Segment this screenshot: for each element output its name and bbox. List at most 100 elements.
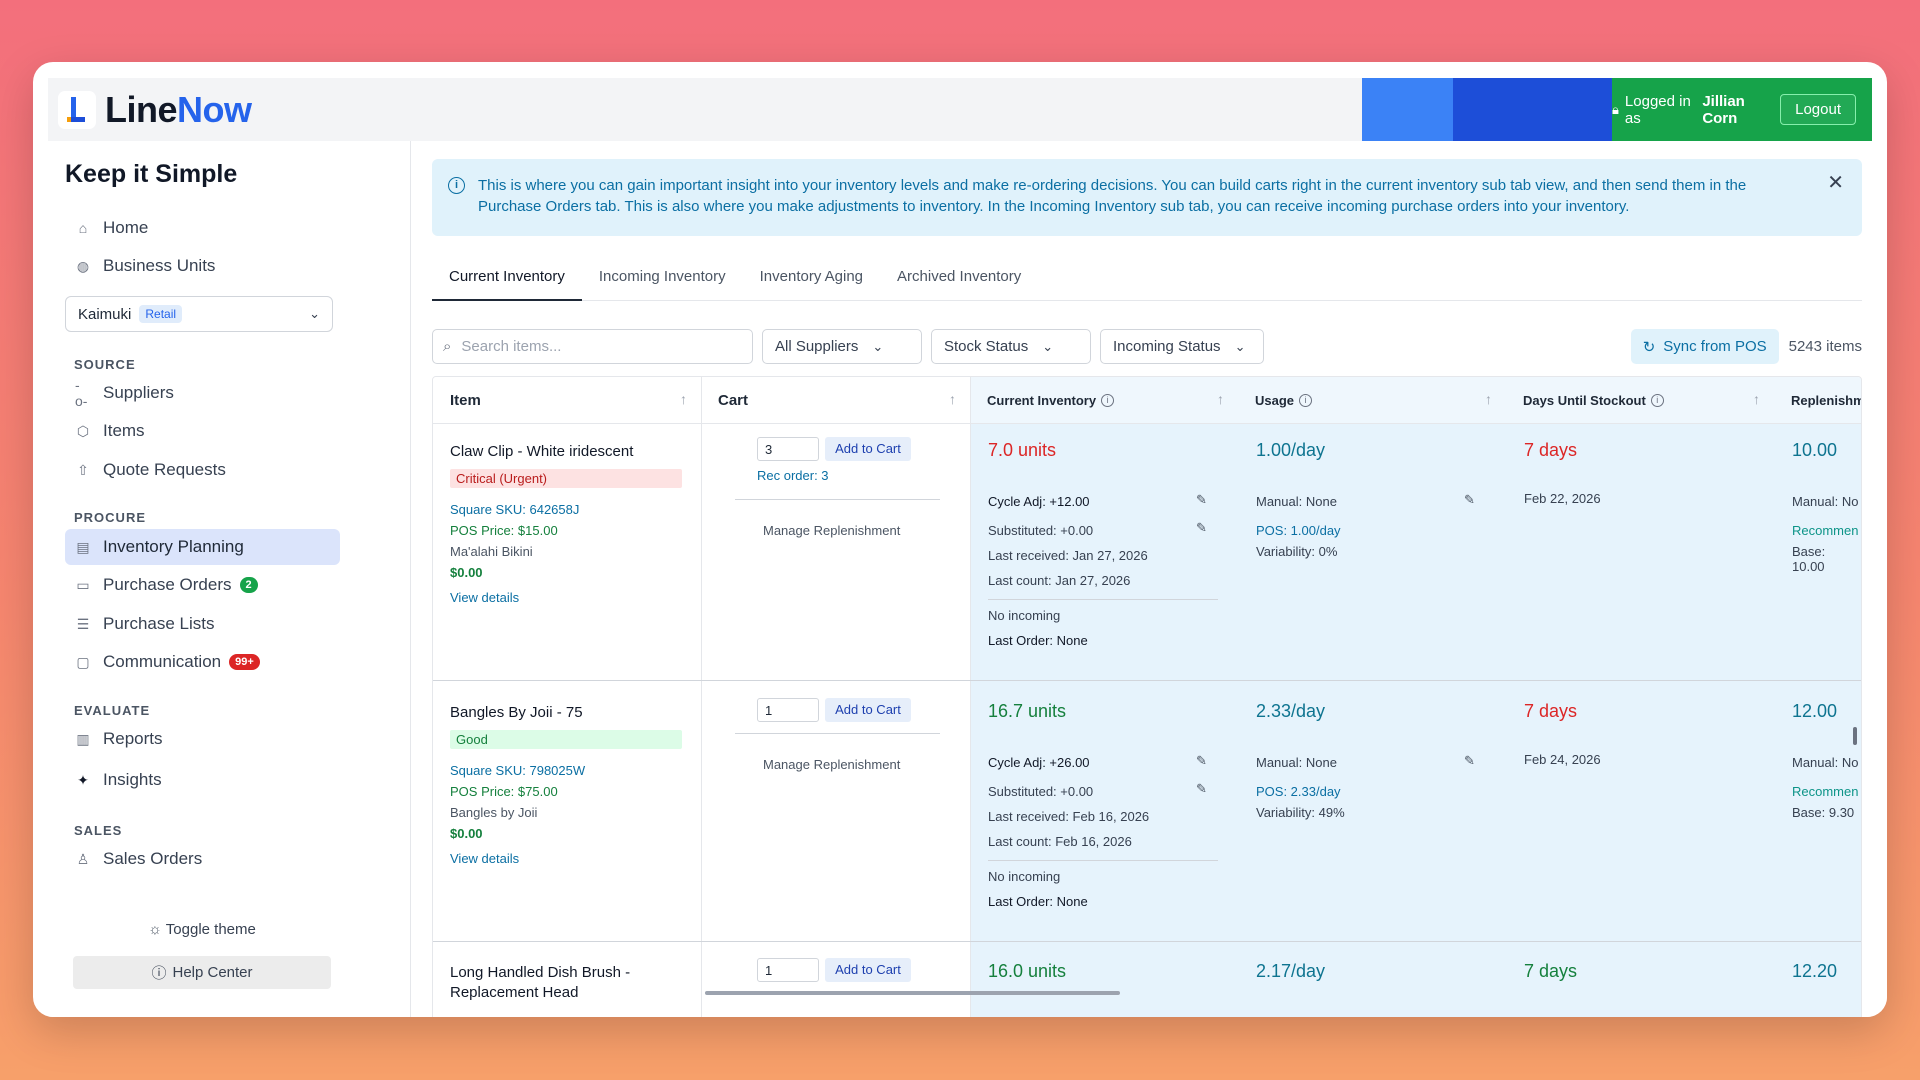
- item-count: 5243 items: [1788, 338, 1862, 355]
- search-input[interactable]: ⌕ Search items...: [432, 329, 753, 364]
- sort-arrow-icon[interactable]: ↑: [680, 391, 687, 407]
- replenishment-recommended: Recommen: [1792, 523, 1859, 538]
- sidebar: Keep it Simple ⌂ Home ◍ Business Units Kai…: [48, 141, 411, 1017]
- toggle-theme-button[interactable]: ☼ Toggle theme: [73, 921, 331, 938]
- column-divider: [701, 377, 702, 1017]
- days-until-stockout-value: 7 days: [1524, 701, 1578, 721]
- days-until-stockout-value: 7 days: [1524, 961, 1578, 981]
- user-icon: ♙: [76, 850, 90, 867]
- info-icon[interactable]: i: [1650, 393, 1664, 407]
- column-header-days-until-stockout[interactable]: Days Until Stockout i ↑: [1506, 377, 1774, 424]
- sidebar-item-suppliers[interactable]: -o- Suppliers: [65, 375, 340, 411]
- add-to-cart-button[interactable]: Add to Cart: [825, 958, 911, 982]
- section-source: SOURCE: [74, 357, 136, 372]
- divider: [735, 733, 940, 734]
- quantity-input[interactable]: 1: [757, 698, 819, 722]
- sort-arrow-icon[interactable]: ↑: [949, 391, 956, 407]
- sidebar-item-purchase-lists[interactable]: ☰ Purchase Lists: [65, 606, 340, 642]
- incoming-status-filter[interactable]: Incoming Status ⌄: [1100, 329, 1264, 364]
- replenishment-recommended: Recommen: [1792, 784, 1859, 799]
- upload-icon: ⇧: [77, 461, 89, 478]
- column-header-item[interactable]: Item ↑: [433, 377, 701, 424]
- tab-archived-inventory[interactable]: Archived Inventory: [880, 267, 1038, 301]
- sidebar-item-business-units[interactable]: ◍ Business Units: [65, 248, 340, 284]
- quantity-input[interactable]: 1: [757, 958, 819, 982]
- column-header-current-inventory[interactable]: Current Inventory i ↑: [970, 377, 1238, 424]
- stock-status-filter[interactable]: Stock Status ⌄: [931, 329, 1091, 364]
- sidebar-item-quote-requests[interactable]: ⇧ Quote Requests: [65, 452, 340, 488]
- close-icon[interactable]: ✕: [1827, 173, 1844, 194]
- usage-value: 2.17/day: [1256, 961, 1326, 981]
- tagline: Keep it Simple: [65, 160, 238, 188]
- view-details-link[interactable]: View details: [450, 590, 519, 605]
- replenishment-base: Base: 10.00: [1792, 544, 1826, 574]
- view-details-link[interactable]: View details: [450, 851, 519, 866]
- sort-arrow-icon[interactable]: ↑: [1217, 391, 1224, 407]
- business-unit-select[interactable]: Kaimuki Retail ⌄: [65, 296, 333, 332]
- cycle-adj: Cycle Adj: +26.00: [988, 755, 1090, 770]
- sync-from-pos-button[interactable]: ↻ Sync from POS: [1630, 329, 1779, 364]
- edit-pencil-icon[interactable]: ✎: [1196, 492, 1207, 508]
- replenishment-manual: Manual: No: [1792, 494, 1859, 509]
- chevron-down-icon: ⌄: [1042, 338, 1054, 354]
- sort-arrow-icon[interactable]: ↑: [1485, 391, 1492, 407]
- help-icon: ⓘ: [151, 965, 167, 982]
- edit-pencil-icon[interactable]: ✎: [1464, 492, 1475, 508]
- edit-pencil-icon[interactable]: ✎: [1196, 781, 1207, 797]
- list-icon: ☰: [76, 615, 90, 632]
- vertical-scrollbar[interactable]: [1853, 727, 1857, 745]
- manage-replenishment-link[interactable]: Manage Replenishment: [763, 757, 900, 772]
- add-to-cart-button[interactable]: Add to Cart: [825, 437, 911, 461]
- info-icon[interactable]: i: [1299, 393, 1313, 407]
- edit-pencil-icon[interactable]: ✎: [1196, 520, 1207, 536]
- bu-type-tag: Retail: [139, 305, 183, 323]
- manage-replenishment-link[interactable]: Manage Replenishment: [763, 523, 900, 538]
- sidebar-item-home[interactable]: ⌂ Home: [65, 210, 340, 246]
- column-header-cart[interactable]: Cart ↑: [701, 377, 970, 424]
- sidebar-item-inventory-planning[interactable]: ▤ Inventory Planning: [65, 529, 340, 565]
- section-sales: SALES: [74, 823, 123, 838]
- last-count: Last count: Feb 16, 2026: [988, 834, 1132, 849]
- column-header-replenishment[interactable]: Replenishm: [1774, 377, 1861, 424]
- bar-chart-icon: ▥: [76, 730, 90, 747]
- sidebar-item-purchase-orders[interactable]: ▭ Purchase Orders 2: [65, 567, 340, 603]
- add-to-cart-button[interactable]: Add to Cart: [825, 698, 911, 722]
- tab-inventory-aging[interactable]: Inventory Aging: [743, 267, 880, 301]
- tab-incoming-inventory[interactable]: Incoming Inventory: [582, 267, 743, 301]
- briefcase-icon: ▭: [76, 576, 90, 593]
- chevron-down-icon: ⌄: [872, 338, 884, 354]
- refresh-icon: ↻: [1642, 338, 1656, 356]
- item-cost: $0.00: [450, 826, 483, 841]
- item-sku: Square SKU: 642658J: [450, 502, 580, 517]
- logout-button[interactable]: Logout: [1780, 94, 1856, 125]
- calendar-icon: ▤: [76, 538, 90, 555]
- top-bar: LineNow 🔒︎ Logged in as Jillian Corn Log…: [48, 78, 1872, 141]
- quantity-input[interactable]: 3: [757, 437, 819, 461]
- sidebar-item-insights[interactable]: ✦ Insights: [65, 762, 340, 798]
- sort-arrow-icon[interactable]: ↑: [1753, 391, 1760, 407]
- pos-usage: POS: 2.33/day: [1256, 784, 1341, 799]
- rec-order-link[interactable]: Rec order: 3: [757, 468, 829, 483]
- sidebar-item-reports[interactable]: ▥ Reports: [65, 721, 340, 757]
- column-header-usage[interactable]: Usage i ↑: [1238, 377, 1506, 424]
- divider: [988, 599, 1218, 600]
- sidebar-item-sales-orders[interactable]: ♙ Sales Orders: [65, 841, 340, 877]
- edit-pencil-icon[interactable]: ✎: [1196, 753, 1207, 769]
- logo[interactable]: LineNow: [48, 78, 1362, 141]
- chevron-down-icon: ⌄: [1234, 338, 1246, 354]
- status-badge: Good: [450, 730, 682, 749]
- suppliers-icon: -o-: [75, 377, 88, 409]
- horizontal-scrollbar[interactable]: [705, 991, 1120, 995]
- sidebar-item-items[interactable]: ⬡ Items: [65, 413, 340, 449]
- sidebar-item-communication[interactable]: ▢ Communication 99+: [65, 644, 340, 680]
- logo-text: LineNow: [105, 88, 252, 130]
- usage-value: 1.00/day: [1256, 440, 1326, 460]
- tab-current-inventory[interactable]: Current Inventory: [432, 267, 582, 301]
- cycle-adj: Cycle Adj: +12.00: [988, 494, 1090, 509]
- info-icon[interactable]: i: [1101, 393, 1115, 407]
- help-center-button[interactable]: ⓘ Help Center: [73, 956, 331, 989]
- edit-pencil-icon[interactable]: ✎: [1464, 753, 1475, 769]
- row-divider: [433, 680, 1861, 681]
- supplier-filter[interactable]: All Suppliers ⌄: [762, 329, 922, 364]
- item-pos-price: POS Price: $75.00: [450, 784, 558, 799]
